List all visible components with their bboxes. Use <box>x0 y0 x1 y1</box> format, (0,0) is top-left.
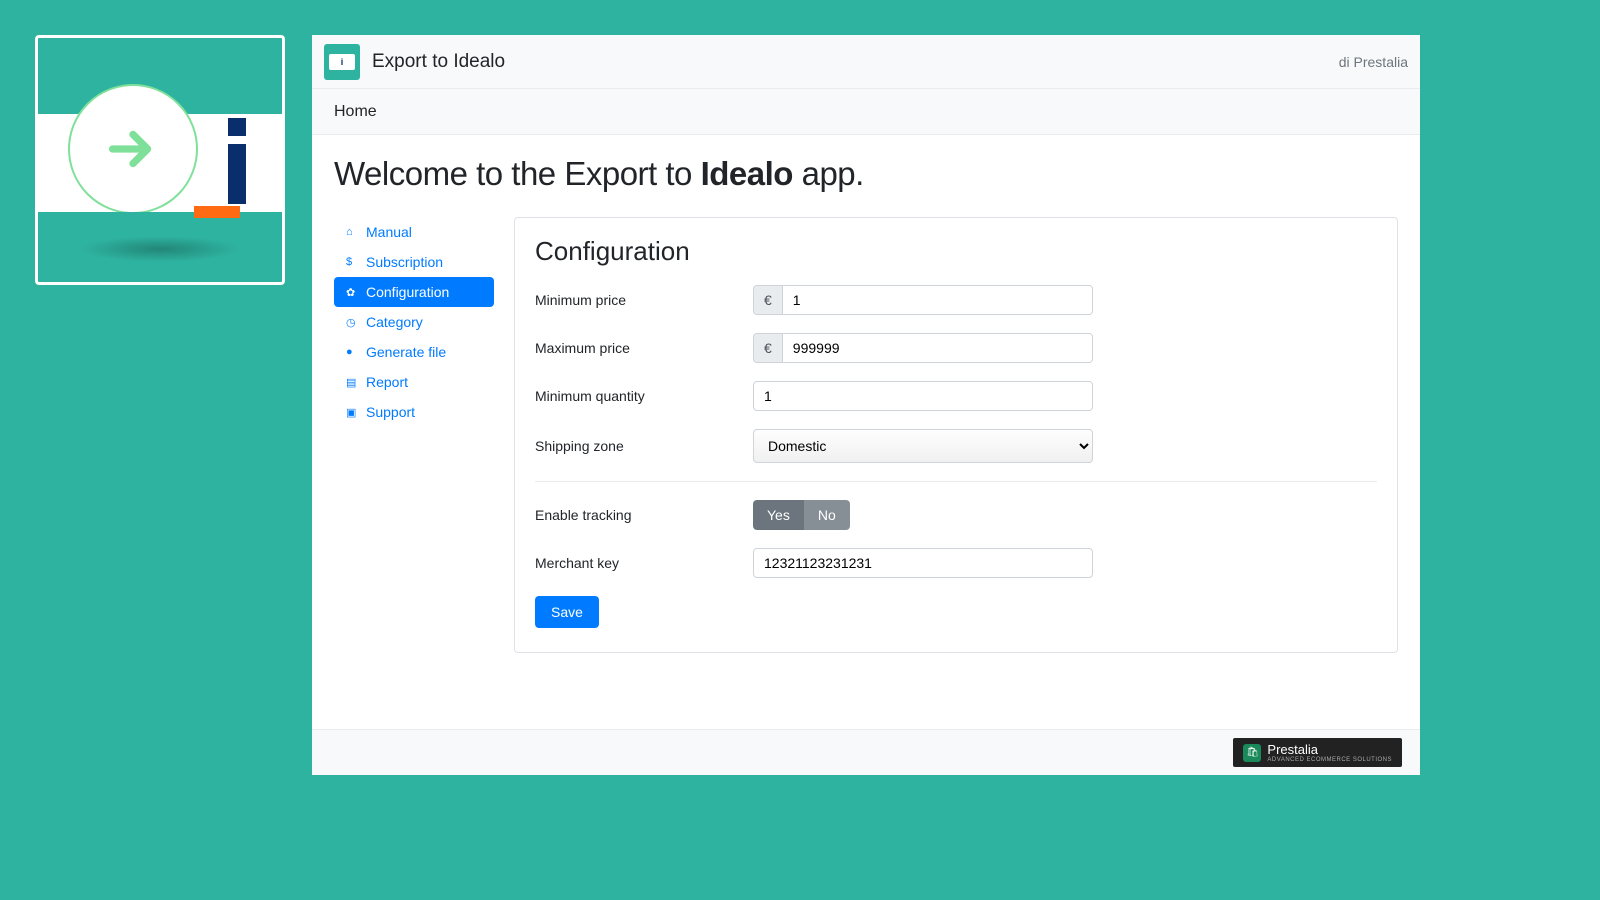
label-shipping-zone: Shipping zone <box>535 438 753 454</box>
page-title: Welcome to the Export to Idealo app. <box>334 155 1398 193</box>
toggle-yes-button[interactable]: Yes <box>753 500 804 530</box>
save-button[interactable]: Save <box>535 596 599 628</box>
configuration-panel: Configuration Minimum price € Maximum pr… <box>514 217 1398 653</box>
byline: di Prestalia <box>1339 54 1408 70</box>
app-title: Export to Idealo <box>372 51 505 73</box>
currency-prefix: € <box>753 285 782 315</box>
max-price-input[interactable] <box>782 333 1093 363</box>
footer-brand[interactable]: 🛍 Prestalia ADVANCED ECOMMERCE SOLUTIONS <box>1233 738 1402 767</box>
tracking-toggle: Yes No <box>753 500 850 530</box>
label-min-price: Minimum price <box>535 292 753 308</box>
sidebar-item-report[interactable]: ▤ Report <box>334 367 494 397</box>
breadcrumb[interactable]: Home <box>312 89 1420 135</box>
clock-icon: ◷ <box>346 316 358 329</box>
file-icon: ▤ <box>346 376 358 389</box>
sidebar-item-label: Category <box>366 314 423 330</box>
sidebar-item-category[interactable]: ◷ Category <box>334 307 494 337</box>
sidebar-item-label: Subscription <box>366 254 443 270</box>
play-icon: ● <box>346 346 358 358</box>
arrow-right-icon <box>98 114 168 184</box>
min-price-input[interactable] <box>782 285 1093 315</box>
gear-icon: ✿ <box>346 286 358 299</box>
sidebar-item-subscription[interactable]: $ Subscription <box>334 247 494 277</box>
sidebar-item-label: Report <box>366 374 408 390</box>
sidebar-item-label: Generate file <box>366 344 446 360</box>
sidebar-item-label: Manual <box>366 224 412 240</box>
home-icon: ⌂ <box>346 226 358 238</box>
min-qty-input[interactable] <box>753 381 1093 411</box>
label-max-price: Maximum price <box>535 340 753 356</box>
sidebar-item-support[interactable]: ▣ Support <box>334 397 494 427</box>
app-window: i Export to Idealo di Prestalia Home Wel… <box>312 35 1420 775</box>
topbar: i Export to Idealo di Prestalia <box>312 35 1420 89</box>
info-icon: ▣ <box>346 406 358 419</box>
breadcrumb-home[interactable]: Home <box>334 103 377 121</box>
currency-prefix: € <box>753 333 782 363</box>
app-logo: i <box>324 44 360 80</box>
label-merchant-key: Merchant key <box>535 555 753 571</box>
label-enable-tracking: Enable tracking <box>535 507 753 523</box>
sidebar-item-manual[interactable]: ⌂ Manual <box>334 217 494 247</box>
toggle-no-button[interactable]: No <box>804 500 850 530</box>
shipping-zone-select[interactable]: Domestic <box>753 429 1093 463</box>
sidebar-item-label: Configuration <box>366 284 449 300</box>
sidebar-item-configuration[interactable]: ✿ Configuration <box>334 277 494 307</box>
sidebar: ⌂ Manual $ Subscription ✿ Configuration … <box>334 217 494 653</box>
panel-title: Configuration <box>535 236 1377 267</box>
divider <box>535 481 1377 482</box>
merchant-key-input[interactable] <box>753 548 1093 578</box>
bag-icon: 🛍 <box>1243 744 1261 762</box>
sidebar-item-generate-file[interactable]: ● Generate file <box>334 337 494 367</box>
footer: 🛍 Prestalia ADVANCED ECOMMERCE SOLUTIONS <box>312 729 1420 775</box>
promo-logo <box>35 35 285 285</box>
sidebar-item-label: Support <box>366 404 415 420</box>
label-min-qty: Minimum quantity <box>535 388 753 404</box>
dollar-icon: $ <box>346 256 358 268</box>
